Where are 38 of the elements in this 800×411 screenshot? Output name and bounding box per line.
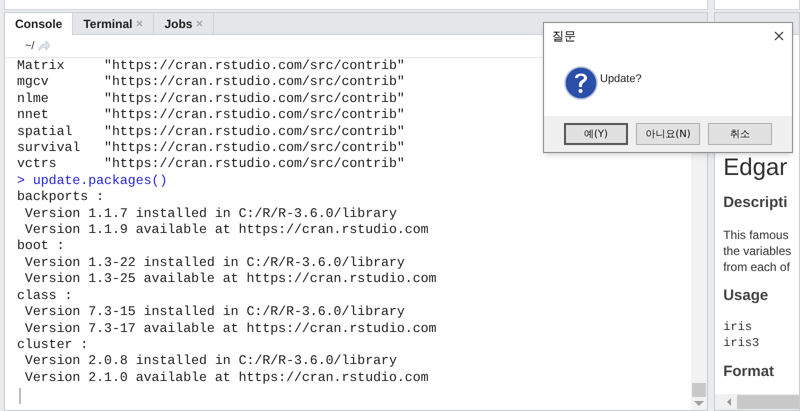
console-output: Version 1.3-22 installed in C:/R/R-3.6.0/library	[24, 254, 405, 272]
console-output: Matrix "https://cran.rstudio.com/src/contrib"	[17, 58, 405, 74]
console-output: Version 2.1.0 available at https://cran.rstudio.com	[24, 370, 429, 386]
usage-code: iris iris3	[723, 319, 760, 351]
console-output: boot :	[17, 238, 64, 255]
console-output: Version 1.1.9 available at https://cran.rstudio.com	[24, 222, 429, 238]
console-output: backports :	[17, 189, 104, 206]
dialog-button[interactable]: 아니요(N)	[636, 123, 700, 145]
section-heading: Format	[723, 362, 774, 382]
help-title: Edgar	[723, 154, 788, 182]
console-command: > update.packages()	[17, 172, 168, 190]
console-output: Version 1.3-25 available at https://cran.rstudio.com	[24, 271, 436, 288]
text-cursor	[19, 388, 21, 404]
section-heading: Usage	[723, 286, 768, 306]
console-output: Version 2.0.8 installed in C:/R/R-3.6.0/library	[24, 353, 397, 370]
console-output: class :	[17, 288, 72, 304]
console-output: cluster :	[17, 336, 88, 354]
section-heading: Descripti	[723, 193, 788, 213]
console-output: mgcv "https://cran.rstudio.com/src/contrib"	[17, 74, 405, 91]
console-output: nlme "https://cran.rstudio.com/src/contrib"	[17, 90, 405, 108]
console-output: nnet "https://cran.rstudio.com/src/contrib"	[17, 107, 405, 124]
console-output: Version 1.1.7 installed in C:/R/R-3.6.0/library	[24, 206, 397, 222]
console-output: spatial "https://cran.rstudio.com/src/contrib"	[17, 124, 405, 140]
working-directory: ~/	[25, 38, 34, 54]
question-icon	[564, 66, 598, 100]
arrow-icon[interactable]	[38, 41, 50, 51]
dialog-button[interactable]: 취소	[708, 123, 772, 145]
console-output: survival "https://cran.rstudio.com/src/contrib"	[17, 140, 405, 156]
dialog-message: Update?	[600, 72, 642, 88]
horizontal-scrollbar[interactable]	[715, 394, 799, 410]
console-output: vctrs "https://cran.rstudio.com/src/contrib"	[17, 156, 405, 173]
close-icon[interactable]	[774, 31, 784, 41]
dialog-title: 질문	[552, 28, 576, 45]
console-output: Version 7.3-17 available at https://cran.rstudio.com	[24, 320, 436, 337]
tab[interactable]: Console	[5, 13, 74, 35]
description-paragraph: This famous the variables from each of	[723, 226, 792, 274]
dialog-button[interactable]: 예(Y)	[564, 123, 628, 145]
console-output: Version 7.3-15 installed in C:/R/R-3.6.0/library	[24, 304, 405, 320]
